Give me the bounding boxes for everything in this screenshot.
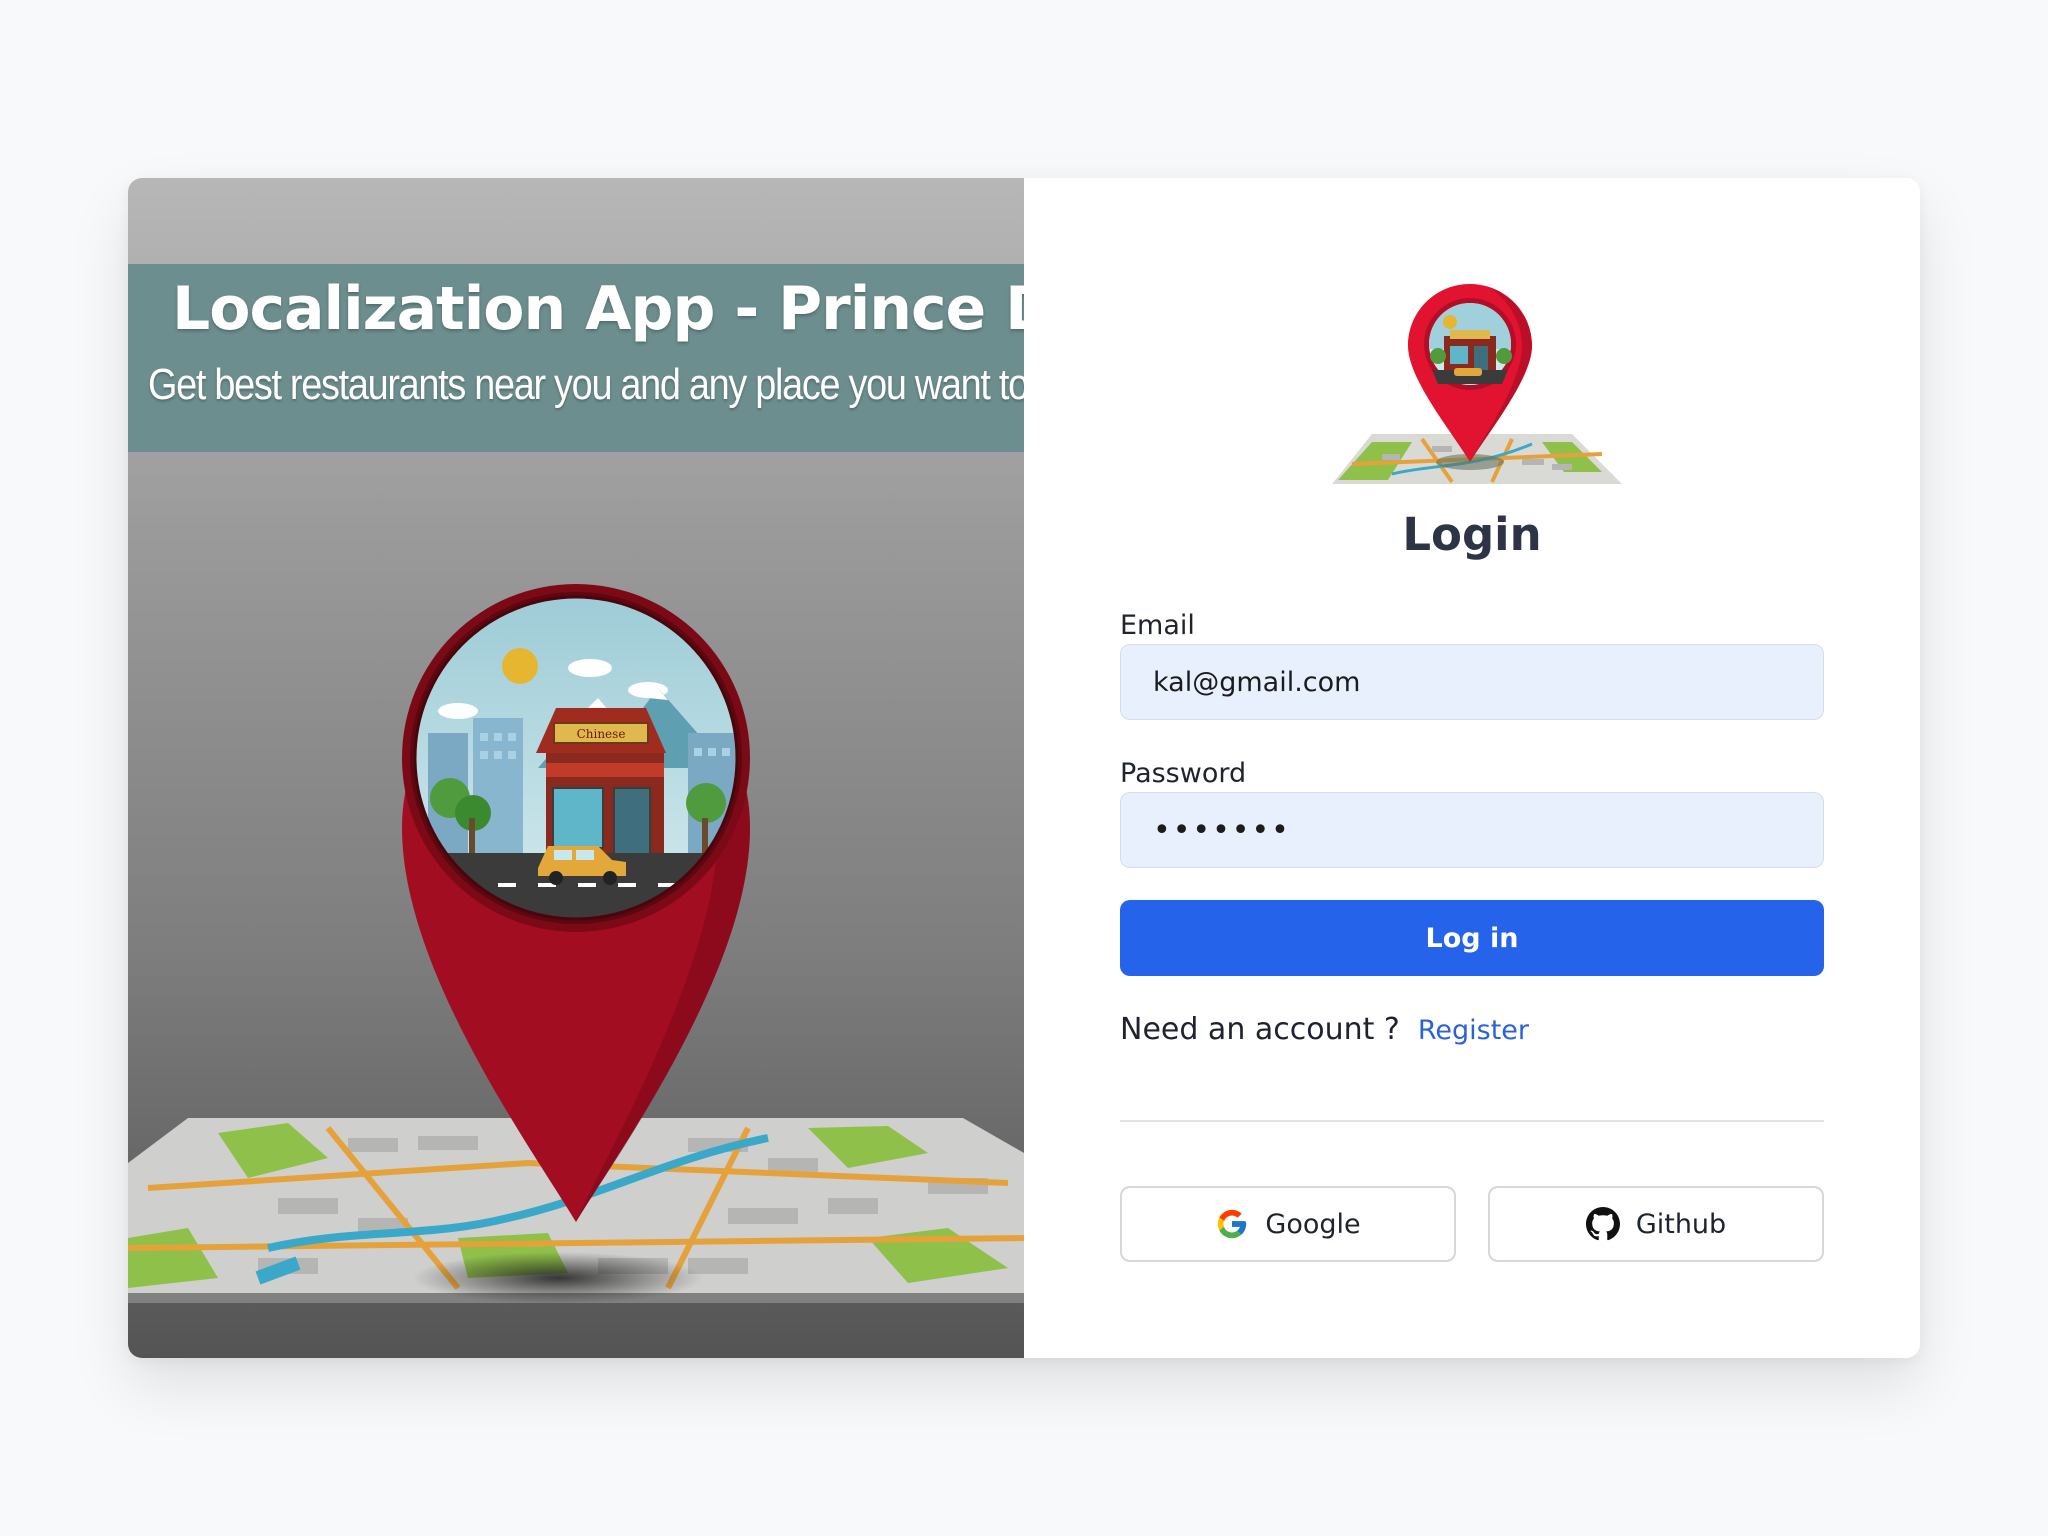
password-label: Password [1120, 758, 1247, 789]
login-button[interactable]: Log in [1120, 900, 1824, 976]
github-login-button[interactable]: Github [1488, 1186, 1824, 1262]
hero-banner: Localization App - Prince Dev Get best r… [128, 264, 1024, 452]
divider [1120, 1120, 1824, 1122]
google-button-label: Google [1265, 1208, 1361, 1240]
google-login-button[interactable]: Google [1120, 1186, 1456, 1262]
github-icon [1585, 1207, 1620, 1241]
hero-title: Localization App - Prince Dev [172, 274, 1024, 344]
map-pin-icon [1332, 284, 1622, 484]
hero-panel: Chinese Localization App - Prince Dev Ge [128, 178, 1024, 1358]
github-button-label: Github [1635, 1208, 1727, 1240]
login-card: Chinese Localization App - Prince Dev Ge [128, 178, 1920, 1358]
account-prompt-text: Need an account ? [1120, 1012, 1400, 1047]
email-field[interactable] [1120, 644, 1824, 720]
password-field[interactable] [1120, 792, 1824, 868]
register-prompt: Need an account ? Register [1120, 1012, 1529, 1047]
shop-sign: Chinese [577, 727, 626, 741]
google-icon [1218, 1209, 1247, 1239]
login-form-panel: Login Email Password Log in Need an acco… [1024, 178, 1920, 1358]
email-label: Email [1120, 610, 1195, 641]
hero-subtitle: Get best restaurants near you and any pl… [148, 360, 1024, 409]
register-link[interactable]: Register [1418, 1015, 1529, 1046]
page-title: Login [1402, 508, 1542, 561]
